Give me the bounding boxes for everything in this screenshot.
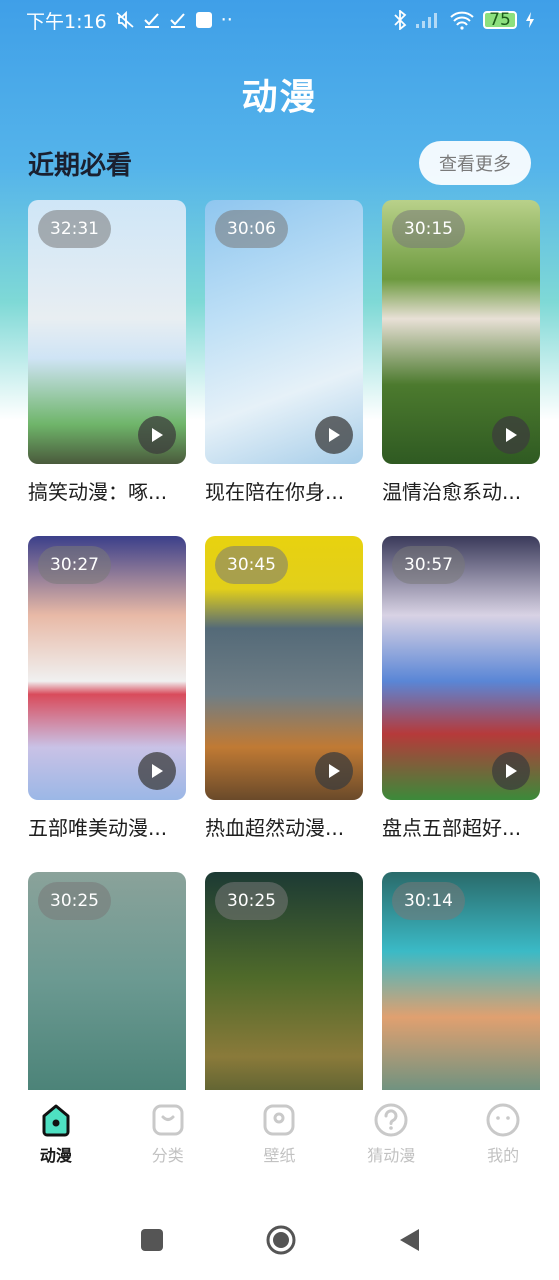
video-thumbnail[interactable]: 30:45 (205, 536, 363, 800)
wallpaper-icon (263, 1104, 295, 1136)
tab-anime[interactable]: 动漫 (0, 1090, 112, 1180)
video-title[interactable]: 温情治愈系动... (382, 476, 540, 505)
tab-label: 我的 (487, 1146, 520, 1165)
bluetooth-icon (394, 10, 407, 30)
video-title[interactable]: 盘点五部超好... (382, 812, 540, 841)
video-thumbnail[interactable]: 30:27 (28, 536, 186, 800)
duration-badge: 30:25 (38, 882, 111, 920)
video-title[interactable]: 热血超然动漫... (205, 812, 363, 841)
status-left: 下午1:16 ·· (26, 7, 233, 34)
question-icon (374, 1103, 408, 1137)
back-icon[interactable] (397, 1227, 421, 1253)
tab-label: 猜动漫 (367, 1146, 416, 1165)
play-icon[interactable] (315, 752, 353, 790)
video-thumbnail[interactable]: 30:57 (382, 536, 540, 800)
video-card[interactable]: 30:57 盘点五部超好... (382, 536, 540, 841)
signal-icon (416, 13, 437, 28)
duration-badge: 30:45 (215, 546, 288, 584)
play-icon[interactable] (138, 416, 176, 454)
video-thumbnail[interactable]: 30:15 (382, 200, 540, 464)
home-icon (42, 1104, 70, 1137)
play-icon[interactable] (138, 752, 176, 790)
tab-label: 壁纸 (263, 1146, 296, 1165)
play-icon[interactable] (315, 416, 353, 454)
duration-badge: 32:31 (38, 210, 111, 248)
duration-badge: 30:57 (392, 546, 465, 584)
video-card[interactable]: 30:06 现在陪在你身... (205, 200, 363, 505)
video-card[interactable]: 30:27 五部唯美动漫... (28, 536, 186, 841)
system-nav-bar (0, 1200, 559, 1280)
profile-icon (486, 1103, 520, 1137)
duration-badge: 30:27 (38, 546, 111, 584)
status-right: 75 (393, 10, 535, 30)
play-icon[interactable] (492, 752, 530, 790)
battery-icon: 75 (483, 10, 517, 30)
tab-profile[interactable]: 我的 (447, 1090, 559, 1180)
wifi-icon (450, 11, 474, 30)
category-icon (152, 1104, 184, 1136)
status-bar: 下午1:16 ·· 75 (0, 0, 559, 40)
video-card[interactable]: 30:25 (28, 872, 186, 1090)
video-title[interactable]: 搞笑动漫：啄... (28, 476, 186, 505)
tab-wallpaper[interactable]: 壁纸 (224, 1090, 336, 1180)
video-thumbnail[interactable]: 30:25 (205, 872, 363, 1090)
tab-category[interactable]: 分类 (112, 1090, 224, 1180)
check-icon (169, 13, 185, 28)
mute-icon (116, 11, 134, 29)
video-title[interactable]: 五部唯美动漫... (28, 812, 186, 841)
charging-icon (526, 12, 534, 28)
section-header: 近期必看 查看更多 (28, 140, 531, 186)
video-card[interactable]: 30:14 (382, 872, 540, 1090)
video-card[interactable]: 30:15 温情治愈系动... (382, 200, 540, 505)
tab-label: 分类 (151, 1146, 184, 1165)
video-grid: 32:31 搞笑动漫：啄... 30:06 现在陪在你身... 30:15 温情… (28, 200, 540, 1090)
video-thumbnail[interactable]: 32:31 (28, 200, 186, 464)
tab-guess-anime[interactable]: 猜动漫 (335, 1090, 447, 1180)
bottom-tab-bar: 动漫 分类 壁纸 猜动漫 我的 (0, 1090, 559, 1180)
check-icon (143, 13, 159, 28)
tab-label: 动漫 (39, 1146, 72, 1165)
recent-apps-icon[interactable] (139, 1227, 165, 1253)
see-more-button[interactable]: 查看更多 (419, 141, 531, 185)
page-title: 动漫 (241, 77, 318, 118)
duration-badge: 30:25 (215, 882, 288, 920)
duration-badge: 30:15 (392, 210, 465, 248)
video-thumbnail[interactable]: 30:25 (28, 872, 186, 1090)
play-icon[interactable] (492, 416, 530, 454)
video-card[interactable]: 32:31 搞笑动漫：啄... (28, 200, 186, 505)
video-card[interactable]: 30:25 (205, 872, 363, 1090)
more-dots-icon: ·· (220, 9, 233, 31)
home-nav-icon[interactable] (265, 1224, 297, 1256)
video-thumbnail[interactable]: 30:14 (382, 872, 540, 1090)
section-title: 近期必看 (28, 150, 133, 181)
video-card[interactable]: 30:45 热血超然动漫... (205, 536, 363, 841)
square-icon (195, 12, 212, 28)
duration-badge: 30:06 (215, 210, 288, 248)
video-thumbnail[interactable]: 30:06 (205, 200, 363, 464)
video-title[interactable]: 现在陪在你身... (205, 476, 363, 505)
status-time: 下午1:16 (26, 10, 107, 33)
duration-badge: 30:14 (392, 882, 465, 920)
